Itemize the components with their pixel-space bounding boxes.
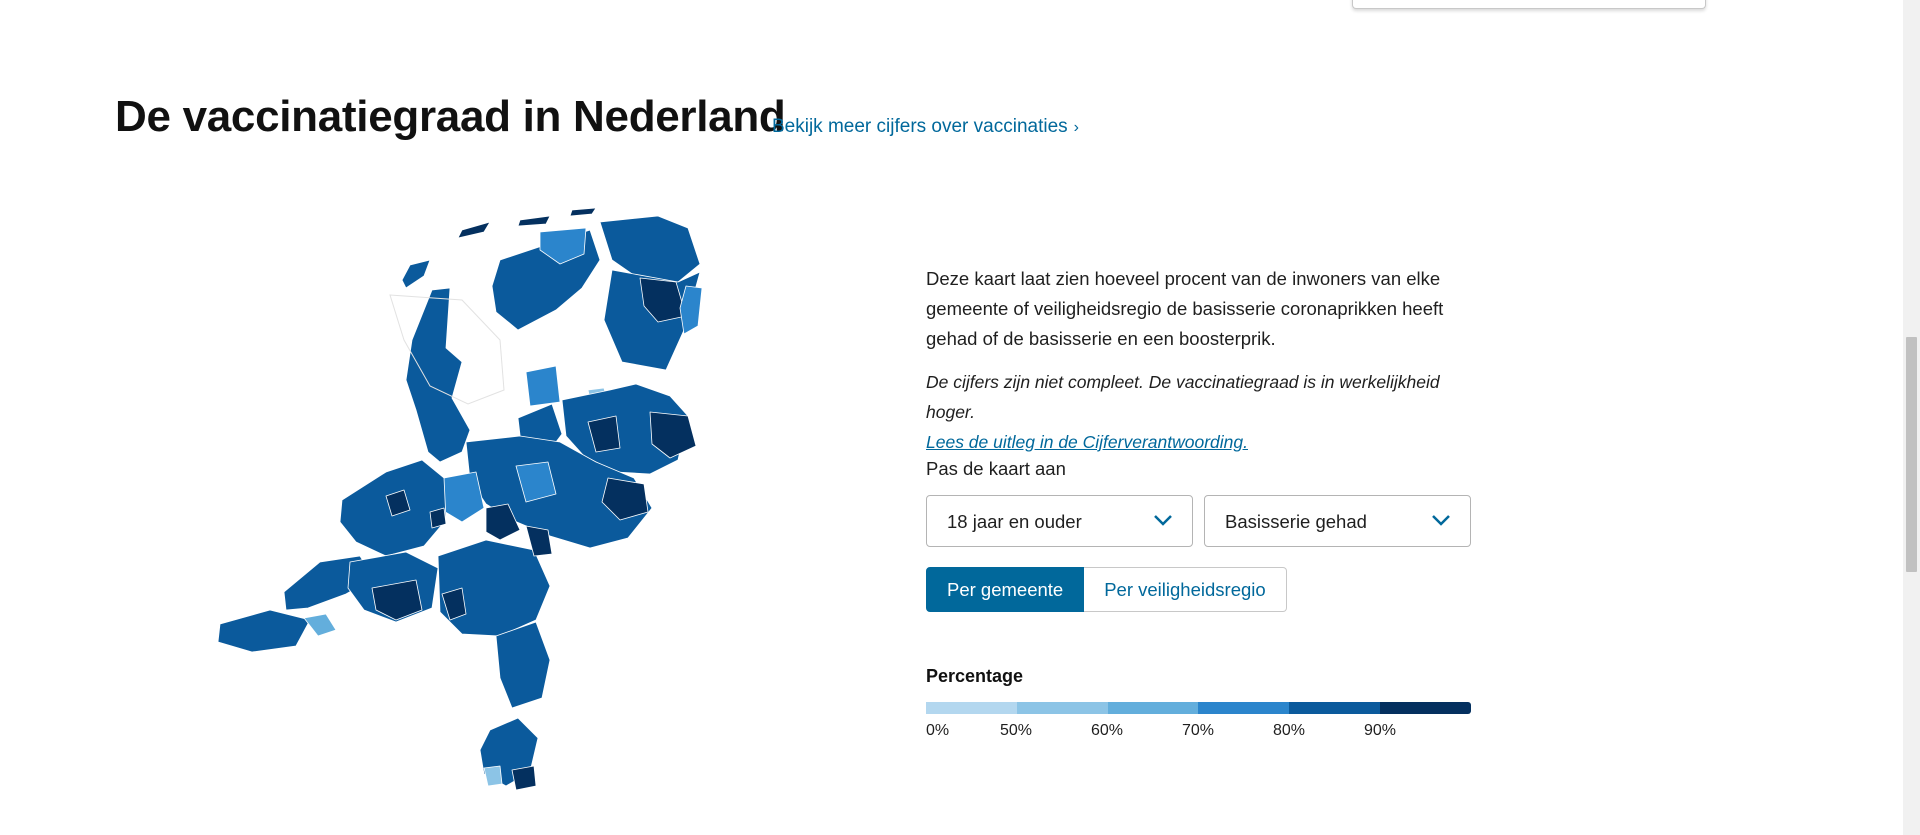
legend-label-1: 50% <box>1000 722 1033 739</box>
more-vaccination-figures-link[interactable]: Bekijk meer cijfers over vaccinaties › <box>772 116 1079 138</box>
page-scrollbar[interactable] <box>1903 0 1920 835</box>
vaccination-type-select[interactable]: Basisserie gehad <box>1204 495 1471 547</box>
legend-swatch-0 <box>926 702 1017 714</box>
legend-label-2: 60% <box>1091 722 1124 739</box>
legend-swatch-2 <box>1107 702 1199 714</box>
legend-swatch-5 <box>1380 702 1471 714</box>
chevron-down-icon <box>1432 515 1450 526</box>
map-region-noordoostpolder[interactable] <box>525 365 561 407</box>
map-region-maastricht[interactable] <box>483 765 503 787</box>
chevron-right-icon: › <box>1073 119 1079 136</box>
legend-swatch-1 <box>1016 702 1108 714</box>
legend-label-4: 80% <box>1273 722 1306 739</box>
dropdown-edge <box>1352 0 1706 9</box>
map-region-zeeuws-vlaanderen[interactable] <box>217 609 311 653</box>
page: De vaccinatiegraad in Nederland Bekijk m… <box>0 0 1920 835</box>
section-title: De vaccinatiegraad in Nederland <box>115 92 786 141</box>
per-safety-region-button[interactable]: Per veiligheidsregio <box>1084 567 1287 612</box>
map-region-kerkrade[interactable] <box>511 765 537 791</box>
scrollbar-thumb[interactable] <box>1906 337 1917 572</box>
adjust-map-label: Pas de kaart aan <box>926 458 1066 479</box>
per-municipality-button[interactable]: Per gemeente <box>926 567 1085 612</box>
legend-label-0: 0% <box>926 722 950 739</box>
map-region-utrecht[interactable] <box>441 471 485 523</box>
region-level-toggle: Per gemeente Per veiligheidsregio <box>926 567 1287 612</box>
cijferverantwoording-link[interactable]: Lees de uitleg in de Cijferverantwoordin… <box>926 432 1248 452</box>
vaccination-type-value: Basisserie gehad <box>1225 511 1367 532</box>
map-region-noord-limburg[interactable] <box>495 621 551 709</box>
data-note: De cijfers zijn niet compleet. De vaccin… <box>926 367 1486 457</box>
more-link-label: Bekijk meer cijfers over vaccinaties <box>772 116 1068 137</box>
legend-swatch-4 <box>1289 702 1381 714</box>
age-group-select[interactable]: 18 jaar en ouder <box>926 495 1193 547</box>
legend-label-3: 70% <box>1182 722 1215 739</box>
legend-labels: 0% 50% 60% 70% 80% 90% <box>926 722 1471 744</box>
legend-color-scale <box>926 702 1471 714</box>
age-group-value: 18 jaar en ouder <box>947 511 1082 532</box>
map-region-westerschelde-edge[interactable] <box>303 613 337 637</box>
vaccination-map[interactable] <box>200 190 760 835</box>
chevron-down-icon <box>1154 515 1172 526</box>
map-island-texel[interactable] <box>401 259 431 289</box>
legend-label-5: 90% <box>1364 722 1397 739</box>
legend-swatch-3 <box>1198 702 1290 714</box>
info-panel: Deze kaart laat zien hoeveel procent van… <box>926 264 1486 457</box>
legend-title: Percentage <box>926 666 1024 686</box>
note-text: De cijfers zijn niet compleet. De vaccin… <box>926 372 1440 422</box>
map-description: Deze kaart laat zien hoeveel procent van… <box>926 268 1444 349</box>
map-region-noord-holland[interactable] <box>405 287 471 463</box>
